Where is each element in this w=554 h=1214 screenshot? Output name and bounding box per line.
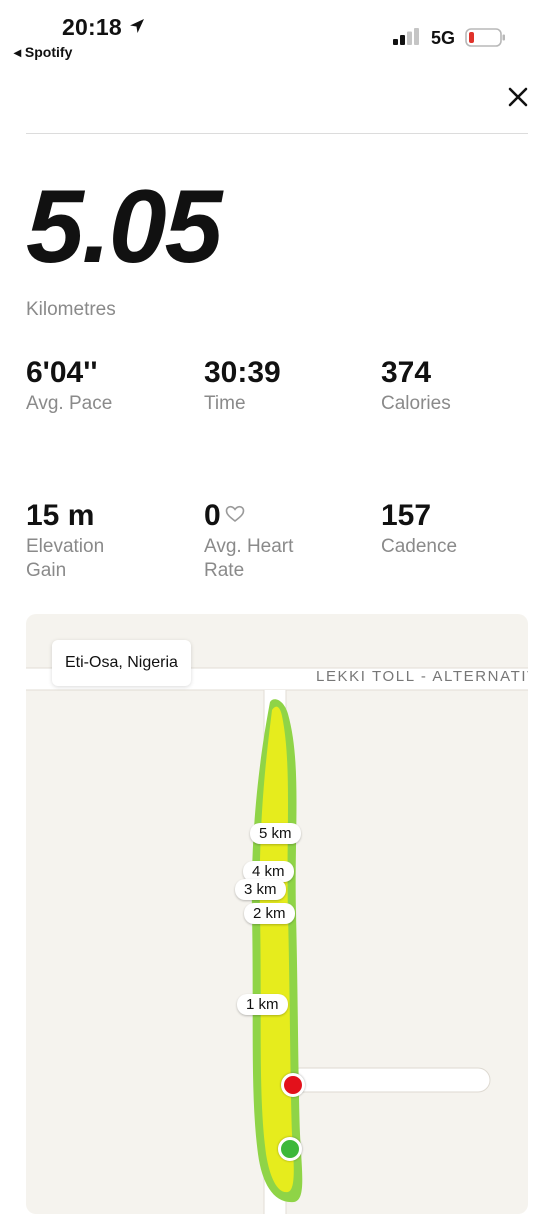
- stat-avg-heart-rate: 0 Avg. Heart Rate: [204, 501, 324, 583]
- heart-outline-icon: [225, 505, 244, 523]
- km-marker: 2 km: [244, 903, 295, 924]
- stat-avg-pace: 6'04'' Avg. Pace: [26, 358, 186, 416]
- location-card: Eti-Osa, Nigeria: [52, 640, 191, 686]
- route-start-marker: [278, 1137, 302, 1161]
- distance-unit: Kilometres: [26, 299, 116, 320]
- km-marker: 3 km: [235, 879, 286, 900]
- close-icon[interactable]: [505, 84, 531, 110]
- route-map[interactable]: Eti-Osa, Nigeria LEKKI TOLL - ALTERNATIV…: [26, 614, 528, 1214]
- stat-value: 0: [204, 499, 221, 532]
- battery-icon: [465, 28, 505, 47]
- signal-bars-icon: [393, 28, 419, 45]
- back-to-app-link[interactable]: ◂ Spotify: [14, 44, 72, 61]
- km-marker: 1 km: [237, 994, 288, 1015]
- stat-elevation-gain: 15 m Elevation Gain: [26, 501, 136, 583]
- distance-value: 5.05: [26, 169, 222, 285]
- stat-value: 15 m: [26, 499, 95, 532]
- stat-calories: 374 Calories: [381, 358, 541, 416]
- status-time: 20:18: [62, 14, 122, 40]
- stat-value: 6'04'': [26, 356, 98, 389]
- stat-time: 30:39 Time: [204, 358, 364, 416]
- stat-value: 374: [381, 356, 432, 389]
- stat-label: Avg. Heart Rate: [204, 536, 294, 581]
- location-arrow-icon: [130, 19, 144, 33]
- street-label: LEKKI TOLL - ALTERNATIVE: [316, 668, 528, 685]
- km-marker: 5 km: [250, 823, 301, 844]
- stat-cadence: 157 Cadence: [381, 501, 541, 559]
- stat-label: Cadence: [381, 536, 458, 557]
- route-end-marker: [281, 1073, 305, 1097]
- stat-value: 30:39: [204, 356, 281, 389]
- stat-value: 157: [381, 499, 432, 532]
- stat-label: Calories: [381, 393, 451, 414]
- network-type: 5G: [431, 28, 456, 48]
- stat-label: Elevation Gain: [26, 536, 105, 581]
- header-divider: [26, 133, 528, 134]
- stat-label: Time: [204, 393, 246, 414]
- stat-label: Avg. Pace: [26, 393, 113, 414]
